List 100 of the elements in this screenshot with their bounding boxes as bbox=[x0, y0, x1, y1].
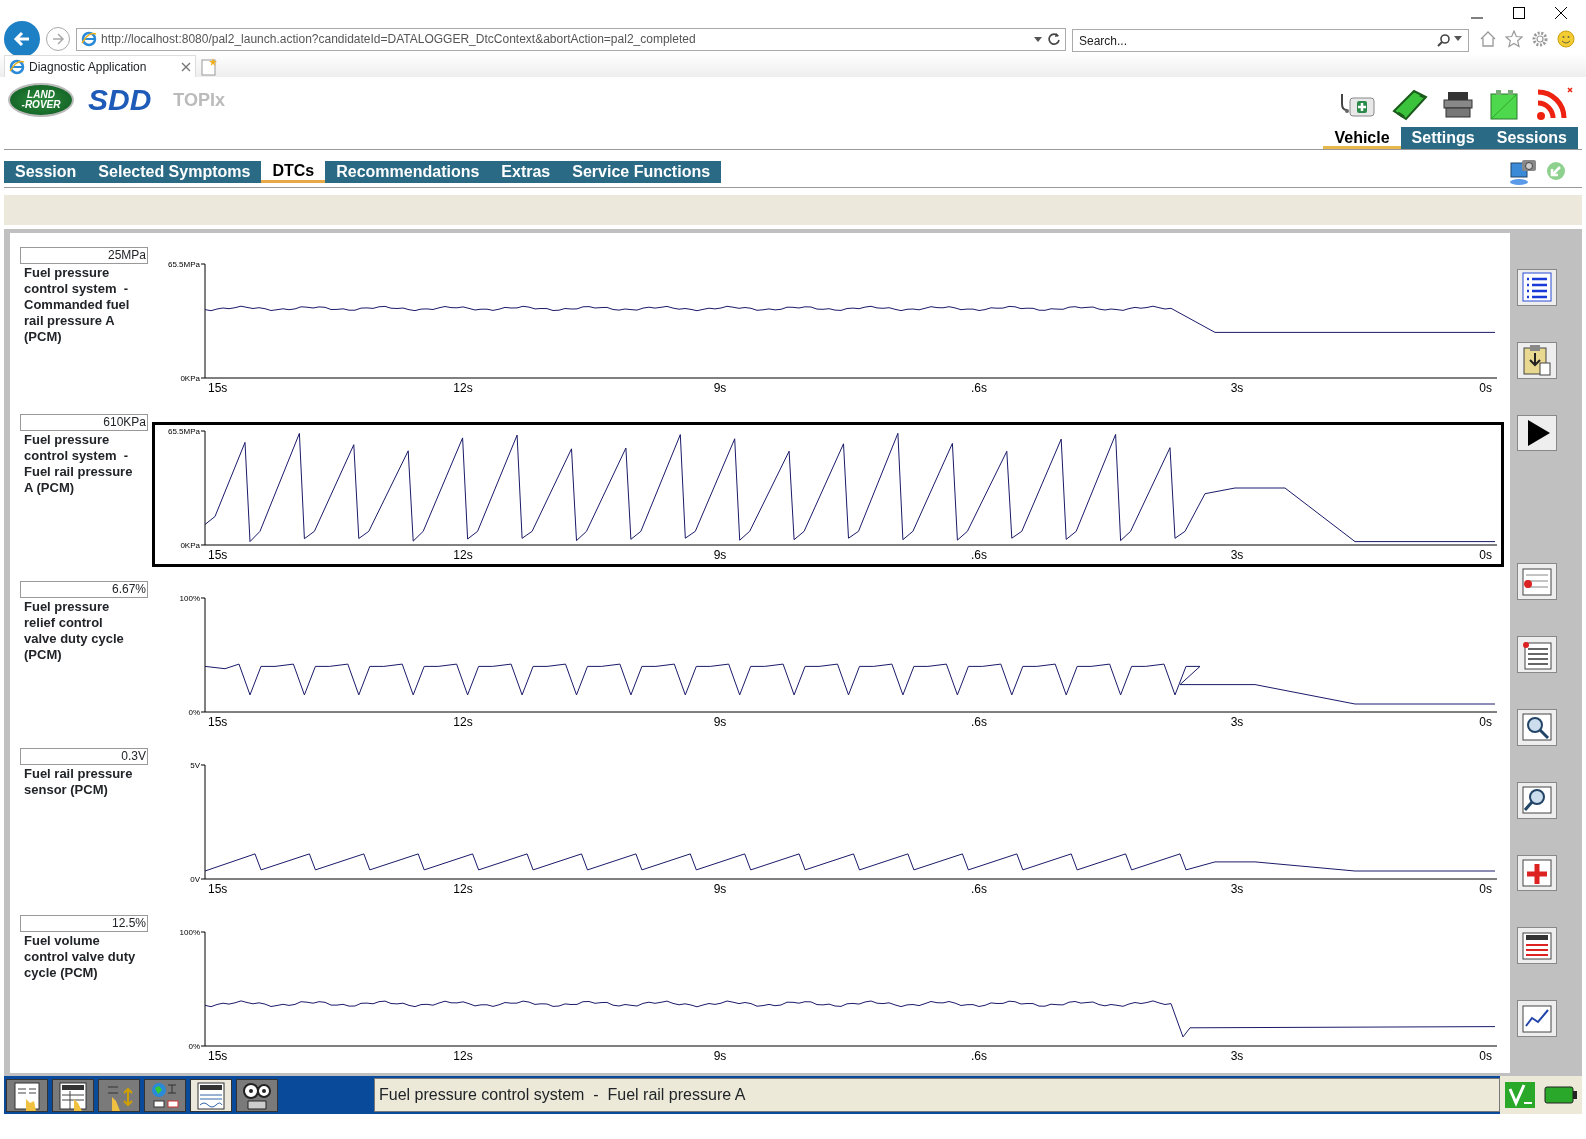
signal-name: Fuel pressure control system - Fuel rail pressure A (PCM) bbox=[24, 432, 134, 496]
axis-label: 5V bbox=[190, 761, 200, 770]
toolbar-button[interactable] bbox=[98, 1079, 140, 1112]
nav-tab[interactable]: Selected Symptoms bbox=[87, 161, 262, 183]
toolbar-button[interactable] bbox=[1517, 1000, 1557, 1037]
maximize-icon[interactable] bbox=[1512, 5, 1526, 20]
axis-label: 0% bbox=[188, 708, 200, 717]
toolbar-button[interactable] bbox=[52, 1079, 94, 1112]
star-icon[interactable] bbox=[1505, 30, 1523, 48]
globe-icon bbox=[9, 58, 25, 75]
logo-text: LAND bbox=[27, 90, 55, 100]
axis-label: 12s bbox=[453, 381, 473, 395]
url-text: http://localhost:8080/pal2_launch.action?candidateId=DATALOGGER_DtcContext&abortAction=pal2_completed bbox=[101, 31, 697, 48]
axis-label: 65.5MPa bbox=[167, 260, 200, 269]
signal-icon[interactable] bbox=[1534, 86, 1574, 122]
axis-label: 15s bbox=[208, 381, 228, 395]
nav-tab[interactable]: DTCs bbox=[261, 161, 326, 183]
axis-label: .6s bbox=[971, 1049, 987, 1063]
logo-text: -ROVER bbox=[21, 100, 61, 110]
axis-label: .6s bbox=[971, 882, 987, 896]
axis-label: 3s bbox=[1230, 882, 1244, 896]
toolbar-button[interactable] bbox=[144, 1079, 186, 1112]
axis-label: 9s bbox=[713, 381, 727, 395]
header-tab[interactable]: Sessions bbox=[1485, 127, 1578, 149]
arrow-icon bbox=[12, 29, 32, 49]
value-readout: 610KPa bbox=[20, 414, 148, 431]
signal-name: Fuel pressure relief control valve duty cycle (PCM) bbox=[24, 599, 125, 663]
list-icon bbox=[1520, 270, 1554, 305]
axis-label: 3s bbox=[1230, 548, 1244, 562]
axis-label: 65.5MPa bbox=[167, 427, 200, 436]
browser-tab[interactable]: Diagnostic Application bbox=[4, 55, 196, 77]
axis-label: .6s bbox=[971, 381, 987, 395]
axis-label: .6s bbox=[971, 548, 987, 562]
axis-label: 12s bbox=[453, 548, 473, 562]
axis-label: 15s bbox=[208, 882, 228, 896]
toolbar-button[interactable] bbox=[1517, 781, 1557, 819]
caret-icon[interactable] bbox=[1033, 34, 1043, 44]
nav-tab[interactable]: Recommendations bbox=[325, 161, 491, 183]
search-field[interactable]: Search... bbox=[1072, 29, 1469, 52]
axis-label: 3s bbox=[1230, 1049, 1244, 1063]
chart-panel[interactable]: 65.5MPa 0KPa 15s 12s 9s .6s 3s 0s bbox=[152, 422, 1504, 567]
axis-label: 15s bbox=[208, 1049, 228, 1063]
axis-label: 0V bbox=[190, 875, 200, 884]
toolbar-button[interactable] bbox=[236, 1079, 278, 1112]
table-icon bbox=[58, 1080, 88, 1111]
toolbar-button[interactable] bbox=[190, 1079, 232, 1112]
status-text: Fuel pressure control system - Fuel rail pressure A bbox=[374, 1078, 1500, 1112]
axis-label: 9s bbox=[713, 882, 727, 896]
check-icon[interactable] bbox=[1504, 1081, 1536, 1109]
toolbar-button[interactable] bbox=[6, 1079, 48, 1112]
toolbar-button[interactable] bbox=[1517, 709, 1557, 746]
axis-label: 0KPa bbox=[180, 541, 200, 550]
form-icon bbox=[12, 1080, 42, 1111]
nav-tab[interactable]: Session bbox=[4, 161, 88, 183]
axis-label: 9s bbox=[713, 548, 727, 562]
chart-panel[interactable]: 100% 0% 15s 12s 9s .6s 3s 0s bbox=[152, 923, 1504, 1068]
header-tab[interactable]: Settings bbox=[1400, 127, 1486, 149]
axis-label: 3s bbox=[1230, 715, 1244, 729]
axis-label: 0s bbox=[1479, 1049, 1492, 1063]
value-readout: 0.3V bbox=[20, 748, 148, 765]
chart-panel[interactable]: 5V 0V 15s 12s 9s .6s 3s 0s bbox=[152, 756, 1504, 901]
film-reel-icon bbox=[242, 1080, 272, 1111]
search-icon[interactable] bbox=[1437, 32, 1451, 47]
chart-panel[interactable]: 65.5MPa 0KPa 15s 12s 9s .6s 3s 0s bbox=[152, 255, 1504, 400]
axis-label: 0s bbox=[1479, 715, 1492, 729]
arrow-icon bbox=[51, 32, 65, 46]
gear-icon[interactable] bbox=[1531, 30, 1549, 48]
axis-label: 0s bbox=[1479, 548, 1492, 562]
axis-label: 9s bbox=[713, 715, 727, 729]
axis-label: 9s bbox=[713, 1049, 727, 1063]
axis-label: 0s bbox=[1479, 381, 1492, 395]
value-readout: 6.67% bbox=[20, 581, 148, 598]
axis-label: 0s bbox=[1479, 882, 1492, 896]
chart-panel[interactable]: 100% 0% 15s 12s 9s .6s 3s 0s bbox=[152, 589, 1504, 734]
battery-icon[interactable] bbox=[1544, 1084, 1578, 1106]
module-icon[interactable] bbox=[1390, 87, 1428, 121]
clipboard-icon bbox=[1520, 343, 1554, 378]
toolbar-button[interactable] bbox=[1517, 341, 1557, 379]
tab-title: Diagnostic Application bbox=[29, 58, 148, 76]
refresh-icon[interactable] bbox=[1047, 32, 1061, 46]
back-button[interactable] bbox=[4, 21, 40, 57]
nav-tab[interactable]: Extras bbox=[490, 161, 562, 183]
nav-tab[interactable]: Service Functions bbox=[561, 161, 722, 183]
toolbar-button[interactable] bbox=[1517, 414, 1557, 452]
home-icon[interactable] bbox=[1479, 30, 1497, 48]
value-readout: 12.5% bbox=[20, 915, 148, 932]
address-field[interactable]: http://localhost:8080/pal2_launch.action?candidateId=DATALOGGER_DtcContext&abortAction=pal2_completed bbox=[76, 27, 1066, 51]
toolbar-button[interactable] bbox=[1517, 269, 1557, 306]
camera-monitor-icon[interactable] bbox=[1508, 157, 1538, 187]
axis-label: 0% bbox=[188, 1042, 200, 1051]
value-readout: 25MPa bbox=[20, 247, 148, 264]
axis-label: .6s bbox=[971, 715, 987, 729]
close-icon[interactable] bbox=[1554, 5, 1568, 20]
smiley-icon[interactable] bbox=[1557, 30, 1575, 48]
axis-label: 15s bbox=[208, 548, 228, 562]
waveform-icon bbox=[196, 1080, 226, 1111]
globe-icon bbox=[81, 31, 97, 47]
signal-name: Fuel rail pressure sensor (PCM) bbox=[24, 766, 134, 798]
toolbar-button[interactable] bbox=[1517, 927, 1557, 965]
axis-label: 12s bbox=[453, 882, 473, 896]
